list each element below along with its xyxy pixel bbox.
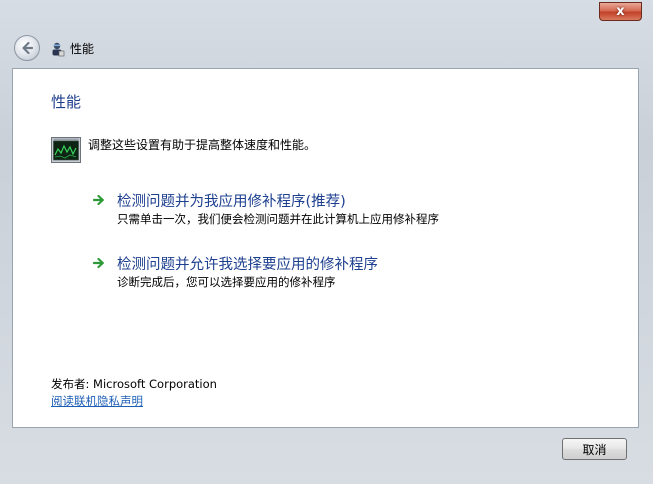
option-subtitle: 诊断完成后，您可以选择要应用的修补程序 (117, 275, 336, 289)
close-button[interactable]: x (599, 2, 642, 21)
option-title[interactable]: 检测问题并允许我选择要应用的修补程序 (117, 253, 378, 274)
green-arrow-icon (93, 257, 104, 269)
publisher-text: 发布者: Microsoft Corporation (51, 377, 217, 391)
title-bar: 性能 (0, 28, 653, 68)
footer-bar: 取消 (12, 428, 639, 476)
performance-troubleshooter-icon (52, 42, 65, 57)
green-arrow-icon (93, 194, 104, 206)
window-frame: x 性能 性能 调整这些设置有助于提高整体速度和性能。 检测问题并为我应用修补程… (0, 0, 653, 484)
close-icon: x (616, 4, 625, 19)
privacy-statement-link[interactable]: 阅读联机隐私声明 (51, 393, 143, 409)
option-subtitle: 只需单击一次，我们便会检测问题并在此计算机上应用修补程序 (117, 212, 439, 226)
performance-monitor-icon (51, 137, 81, 163)
cancel-button[interactable]: 取消 (562, 438, 627, 460)
page-title: 性能 (51, 93, 82, 111)
back-arrow-icon (22, 41, 34, 55)
option-choose-fix[interactable]: 检测问题并允许我选择要应用的修补程序 诊断完成后，您可以选择要应用的修补程序 (93, 253, 613, 293)
back-button[interactable] (14, 35, 40, 61)
content-panel: 性能 调整这些设置有助于提高整体速度和性能。 检测问题并为我应用修补程序(推荐)… (12, 68, 639, 428)
window-title: 性能 (70, 42, 95, 56)
option-title[interactable]: 检测问题并为我应用修补程序(推荐) (117, 190, 346, 211)
option-auto-fix[interactable]: 检测问题并为我应用修补程序(推荐) 只需单击一次，我们便会检测问题并在此计算机上… (93, 190, 613, 230)
description-text: 调整这些设置有助于提高整体速度和性能。 (88, 138, 317, 152)
